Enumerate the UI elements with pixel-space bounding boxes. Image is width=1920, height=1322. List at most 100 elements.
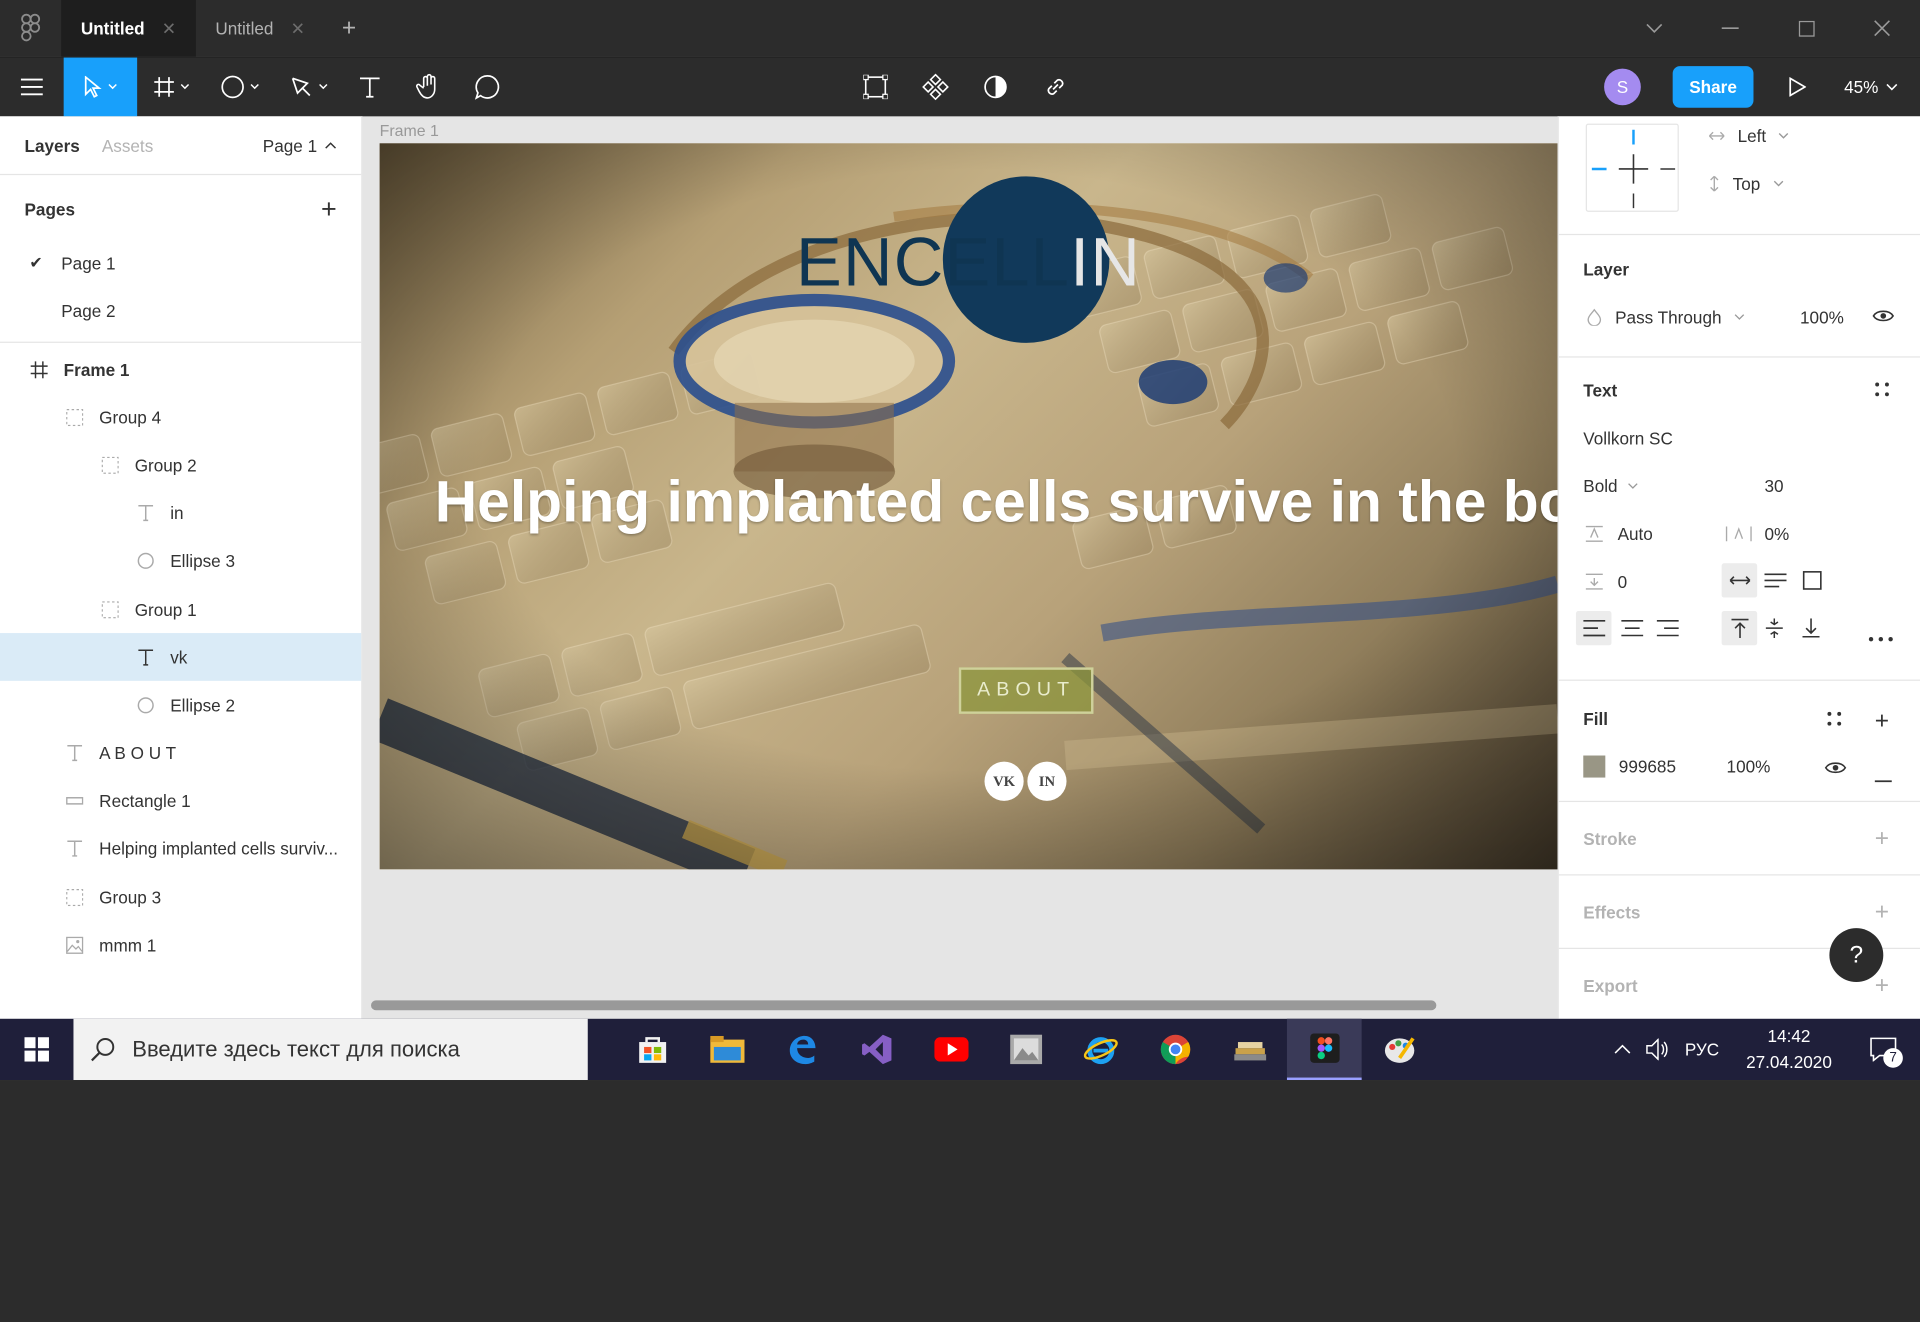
pen-tool-button[interactable] xyxy=(274,58,343,117)
file-explorer-icon[interactable] xyxy=(689,1019,764,1080)
letter-spacing-input[interactable]: 0% xyxy=(1725,524,1789,544)
main-menu-icon[interactable] xyxy=(0,58,64,117)
paint-icon[interactable] xyxy=(1362,1019,1437,1080)
chevron-down-icon[interactable] xyxy=(1616,0,1692,56)
fill-swatch[interactable] xyxy=(1583,755,1606,778)
frame-tool-button[interactable] xyxy=(137,58,206,117)
eye-icon[interactable] xyxy=(1824,759,1847,779)
books-app-icon[interactable] xyxy=(1212,1019,1287,1080)
mask-button[interactable] xyxy=(965,58,1025,117)
add-export-button[interactable]: + xyxy=(1875,972,1889,1000)
figma-menu-icon[interactable] xyxy=(0,0,61,56)
move-tool-button[interactable] xyxy=(63,57,138,117)
align-center-button[interactable] xyxy=(1621,620,1644,641)
layer-group-3[interactable]: Group 3 xyxy=(0,873,361,921)
align-right-button[interactable] xyxy=(1656,620,1679,641)
font-family-dropdown[interactable]: Vollkorn SC xyxy=(1583,429,1673,449)
tab-layers[interactable]: Layers xyxy=(24,135,79,155)
help-button[interactable]: ? xyxy=(1829,928,1884,983)
remove-fill-button[interactable] xyxy=(1874,767,1892,787)
blend-mode-dropdown[interactable]: Pass Through xyxy=(1586,307,1745,327)
fill-hex-input[interactable]: 999685 xyxy=(1619,757,1676,777)
fill-opacity-input[interactable]: 100% xyxy=(1727,757,1771,777)
add-page-button[interactable]: + xyxy=(321,193,337,225)
align-left-button[interactable] xyxy=(1575,611,1612,646)
frame-1[interactable]: ENCELLIN Helping implanted cells survive… xyxy=(379,143,1558,870)
hand-tool-button[interactable] xyxy=(397,58,461,117)
page-item-2[interactable]: Page 2 xyxy=(0,287,361,335)
close-tab-icon[interactable]: ✕ xyxy=(162,18,176,39)
taskbar-search-input[interactable]: Введите здесь текст для поиска xyxy=(73,1018,588,1081)
shape-tool-button[interactable] xyxy=(206,58,275,117)
layer-rectangle-1[interactable]: Rectangle 1 xyxy=(0,777,361,825)
edge-icon[interactable] xyxy=(764,1019,839,1080)
clock[interactable]: 14:42 27.04.2020 xyxy=(1734,1024,1844,1075)
comment-tool-button[interactable] xyxy=(460,58,514,117)
layer-headline[interactable]: Helping implanted cells surviv... xyxy=(0,825,361,873)
align-middle-button[interactable] xyxy=(1765,618,1783,641)
constraint-widget[interactable] xyxy=(1585,123,1679,212)
zoom-dropdown[interactable]: 45% xyxy=(1822,77,1920,97)
youtube-icon[interactable] xyxy=(913,1019,988,1080)
font-size-input[interactable]: 30 xyxy=(1765,476,1784,496)
link-button[interactable] xyxy=(1025,58,1085,117)
auto-width-button[interactable] xyxy=(1721,563,1758,598)
layer-opacity-input[interactable]: 100% xyxy=(1800,307,1844,327)
horizontal-scrollbar[interactable] xyxy=(371,1000,1437,1011)
avatar[interactable]: S xyxy=(1604,68,1641,106)
layer-group-2[interactable]: Group 2 xyxy=(0,441,361,489)
share-button[interactable]: Share xyxy=(1672,66,1754,108)
vector-network-button[interactable] xyxy=(845,58,905,117)
auto-height-button[interactable] xyxy=(1764,572,1787,593)
eye-icon[interactable] xyxy=(1872,307,1895,327)
vertical-constraint[interactable]: Top xyxy=(1708,174,1783,193)
add-fill-button[interactable]: + xyxy=(1875,708,1889,736)
text-styles-icon[interactable] xyxy=(1873,381,1890,402)
page-item-1[interactable]: ✔ Page 1 xyxy=(0,239,361,287)
frame-label[interactable]: Frame 1 xyxy=(380,121,439,139)
close-window-button[interactable] xyxy=(1844,0,1920,56)
language-indicator[interactable]: РУС xyxy=(1685,1040,1719,1060)
chevron-up-icon[interactable] xyxy=(1614,1043,1631,1055)
align-bottom-button[interactable] xyxy=(1802,618,1820,641)
social-vk[interactable]: VK xyxy=(984,761,1024,801)
about-button[interactable]: ABOUT xyxy=(958,667,1094,714)
layer-group-4[interactable]: Group 4 xyxy=(0,393,361,441)
create-component-button[interactable] xyxy=(905,58,965,117)
figma-taskbar-icon[interactable] xyxy=(1286,1018,1362,1081)
line-height-input[interactable]: Auto xyxy=(1585,524,1653,544)
present-button[interactable] xyxy=(1773,58,1822,117)
tab-untitled-1[interactable]: Untitled ✕ xyxy=(61,0,196,57)
image-viewer-icon[interactable] xyxy=(988,1019,1063,1080)
layer-frame-1[interactable]: Frame 1 xyxy=(0,345,361,393)
layer-in[interactable]: in xyxy=(0,489,361,537)
paragraph-spacing-input[interactable]: 0 xyxy=(1585,572,1627,591)
social-in[interactable]: IN xyxy=(1027,761,1067,801)
layer-about[interactable]: A B O U T xyxy=(0,729,361,777)
align-top-button[interactable] xyxy=(1721,611,1758,646)
new-tab-button[interactable]: + xyxy=(325,0,374,56)
layer-vk[interactable]: vk xyxy=(0,633,362,682)
layer-group-1[interactable]: Group 1 xyxy=(0,585,361,633)
text-tool-button[interactable] xyxy=(343,58,397,117)
fixed-size-button[interactable] xyxy=(1802,571,1822,594)
maximize-button[interactable] xyxy=(1768,0,1844,56)
volume-icon[interactable] xyxy=(1646,1038,1670,1061)
chrome-icon[interactable] xyxy=(1138,1019,1213,1080)
layer-ellipse-2[interactable]: Ellipse 2 xyxy=(0,681,361,729)
visual-studio-icon[interactable] xyxy=(839,1019,914,1080)
horizontal-constraint[interactable]: Left xyxy=(1708,126,1789,146)
minimize-button[interactable] xyxy=(1692,0,1768,56)
fill-styles-icon[interactable] xyxy=(1826,710,1843,731)
layer-mmm-1[interactable]: mmm 1 xyxy=(0,921,361,969)
close-tab-icon[interactable]: ✕ xyxy=(291,18,305,39)
page-selector[interactable]: Page 1 xyxy=(263,135,337,155)
internet-explorer-icon[interactable] xyxy=(1063,1019,1138,1080)
store-icon[interactable] xyxy=(615,1019,690,1080)
add-stroke-button[interactable]: + xyxy=(1875,825,1889,853)
font-weight-dropdown[interactable]: Bold xyxy=(1583,476,1638,496)
tab-assets[interactable]: Assets xyxy=(102,135,153,155)
windows-start-icon[interactable] xyxy=(0,1019,73,1080)
notifications-button[interactable]: 7 xyxy=(1859,1031,1908,1068)
tab-untitled-2[interactable]: Untitled ✕ xyxy=(196,0,325,56)
